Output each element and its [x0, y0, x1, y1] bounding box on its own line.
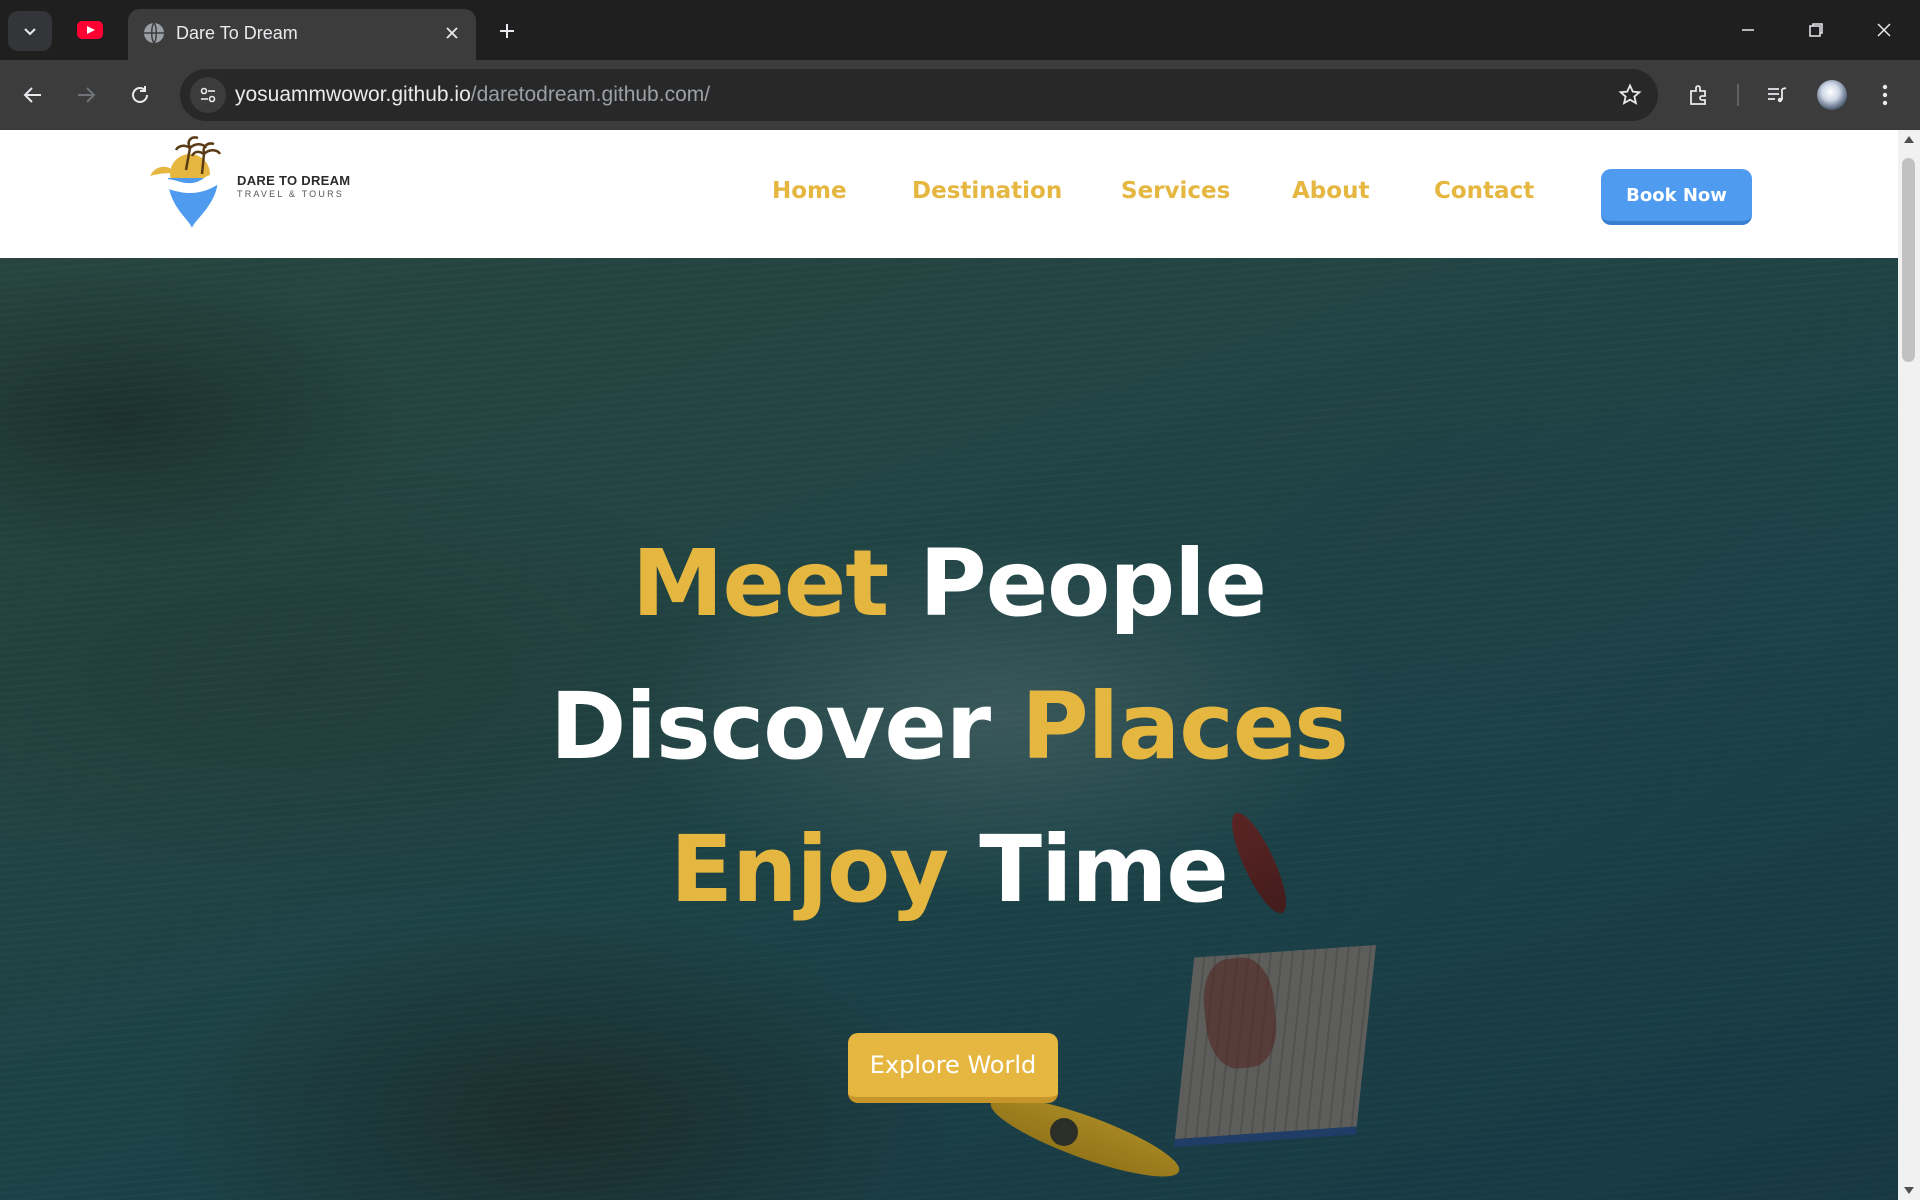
logo-title: DARE TO DREAM: [237, 173, 351, 188]
nav-contact[interactable]: Contact: [1434, 178, 1534, 204]
media-icon: [1768, 87, 1787, 103]
hero-line-1: Meet People: [0, 530, 1898, 637]
scroll-thumb[interactable]: [1902, 158, 1915, 362]
youtube-icon: [77, 21, 103, 39]
nav-destination[interactable]: Destination: [912, 178, 1062, 204]
pinned-tab-youtube[interactable]: [66, 12, 114, 48]
new-tab-button[interactable]: [490, 14, 524, 48]
chevron-down-icon: [24, 28, 36, 36]
tab-title: Dare To Dream: [176, 23, 298, 43]
bookmark-button[interactable]: [1616, 81, 1644, 109]
scroll-up-arrow-icon[interactable]: [1904, 136, 1914, 143]
address-bar[interactable]: yosuammwowor.github.io/daretodream.githu…: [180, 69, 1658, 121]
plus-icon: [500, 24, 514, 38]
restore-button[interactable]: [1790, 8, 1842, 52]
avatar[interactable]: [1817, 80, 1847, 110]
reload-button[interactable]: [120, 75, 160, 115]
logo-mark-icon: [150, 136, 226, 228]
minimize-icon: [1742, 29, 1754, 31]
reload-icon: [132, 86, 148, 103]
nav-about[interactable]: About: [1292, 178, 1369, 204]
hero-line-2: Discover Places: [0, 673, 1898, 780]
star-icon: [1618, 83, 1642, 105]
page-viewport: DARE TO DREAM TRAVEL & TOURS Home Destin…: [0, 130, 1898, 1200]
nav-home[interactable]: Home: [772, 178, 847, 204]
browser-menu-button[interactable]: [1865, 75, 1905, 115]
logo-text: DARE TO DREAM TRAVEL & TOURS: [237, 173, 350, 199]
extensions-button[interactable]: [1679, 75, 1719, 115]
restore-icon: [1809, 23, 1823, 37]
browser-toolbar: yosuammwowor.github.io/daretodream.githu…: [0, 60, 1920, 130]
active-tab[interactable]: Dare To Dream: [128, 9, 476, 60]
hero-word-discover: Discover: [550, 673, 991, 780]
minimize-button[interactable]: [1722, 8, 1774, 52]
media-controls-button[interactable]: [1757, 75, 1797, 115]
url-host: yosuammwowor.github.io: [235, 83, 471, 106]
scroll-down-arrow-icon[interactable]: [1904, 1187, 1914, 1194]
hero-word-time: Time: [979, 816, 1229, 923]
window-close-button[interactable]: [1858, 8, 1910, 52]
back-icon: [23, 87, 41, 103]
globe-icon: [144, 22, 164, 44]
tab-search-button[interactable]: [8, 11, 52, 51]
hero-word-enjoy: Enjoy: [670, 816, 949, 923]
book-now-button[interactable]: Book Now: [1601, 169, 1752, 225]
nav-services[interactable]: Services: [1121, 178, 1230, 204]
site-logo[interactable]: DARE TO DREAM TRAVEL & TOURS: [146, 134, 356, 234]
url-text[interactable]: yosuammwowor.github.io/daretodream.githu…: [235, 82, 710, 108]
site-info-button[interactable]: [190, 77, 226, 113]
tab-strip: Dare To Dream: [0, 0, 1920, 60]
window-close-icon: [1877, 23, 1891, 37]
extensions-icon: [1690, 85, 1706, 105]
kebab-menu-icon: [1882, 84, 1888, 106]
hero-line-3: Enjoy Time: [0, 816, 1898, 923]
explore-world-button[interactable]: Explore World: [848, 1033, 1058, 1103]
page-scrollbar[interactable]: [1898, 130, 1920, 1200]
site-info-icon: [200, 87, 216, 103]
hero-word-people: People: [919, 530, 1267, 637]
forward-button[interactable]: [66, 75, 106, 115]
tab-close-button[interactable]: [438, 19, 466, 47]
back-button[interactable]: [13, 75, 53, 115]
logo-subtitle: TRAVEL & TOURS: [237, 189, 344, 199]
hero-word-places: Places: [1021, 673, 1349, 780]
hero-word-meet: Meet: [631, 530, 889, 637]
site-header: DARE TO DREAM TRAVEL & TOURS Home Destin…: [0, 130, 1898, 258]
close-icon: [446, 27, 458, 39]
toolbar-divider: [1737, 84, 1739, 106]
url-path: /daretodream.github.com/: [470, 83, 711, 106]
forward-icon: [78, 87, 96, 103]
